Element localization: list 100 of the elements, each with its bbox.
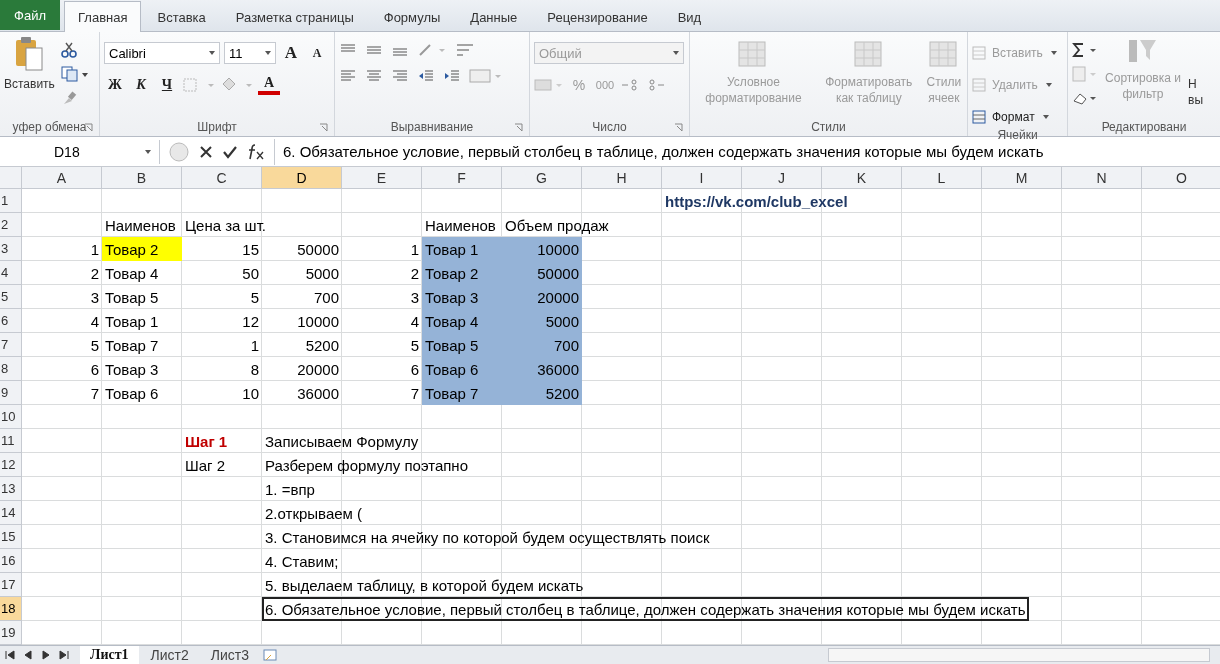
align-lines-icon[interactable] (365, 69, 383, 83)
column-header[interactable]: N (1062, 167, 1142, 189)
paste-button[interactable]: Вставить (4, 36, 55, 92)
currency-icon[interactable] (534, 77, 564, 93)
sheet-tab[interactable]: Лист2 (140, 646, 199, 664)
row-header[interactable]: 9 (0, 381, 22, 405)
column-header[interactable]: D (262, 167, 342, 189)
column-header[interactable]: A (22, 167, 102, 189)
sheet-nav-icon[interactable] (58, 649, 70, 661)
row-header[interactable]: 7 (0, 333, 22, 357)
scissors-icon[interactable] (60, 42, 77, 58)
column-header[interactable]: H (582, 167, 662, 189)
table-cell-text: 6 (89, 359, 100, 380)
column-header[interactable]: O (1142, 167, 1220, 189)
column-header[interactable]: F (422, 167, 502, 189)
ribbon-tab[interactable]: Рецензирование (533, 3, 662, 31)
table-cell-text: 2 (89, 263, 100, 284)
font-name-field[interactable]: Calibri (104, 42, 220, 64)
row-header[interactable]: 18 (0, 597, 22, 621)
function-icon[interactable] (246, 142, 266, 161)
row-header[interactable]: 16 (0, 549, 22, 573)
align-lines-icon[interactable] (391, 69, 409, 83)
font-color-button[interactable]: A (258, 75, 280, 95)
file-tab[interactable]: Файл (0, 0, 60, 30)
sheet-nav-icon[interactable] (4, 649, 16, 661)
cells-button[interactable]: Формат (972, 106, 1049, 128)
column-header[interactable]: E (342, 167, 422, 189)
bold-button[interactable]: Ж (104, 74, 126, 96)
indent-icon[interactable] (417, 69, 435, 83)
row-header[interactable]: 5 (0, 285, 22, 309)
row-header[interactable]: 8 (0, 357, 22, 381)
borders-icon[interactable] (182, 77, 216, 93)
wrap-text-icon[interactable] (455, 42, 475, 58)
grow-font-button[interactable]: A (280, 42, 302, 64)
row-header[interactable]: 10 (0, 405, 22, 429)
table-cell-text: 700 (312, 287, 340, 308)
cells-icon (972, 78, 988, 92)
name-box[interactable]: D18 (0, 139, 160, 164)
column-header[interactable]: K (822, 167, 902, 189)
row-header[interactable]: 13 (0, 477, 22, 501)
ribbon-tab[interactable]: Вид (663, 3, 716, 31)
sheet-nav-icon[interactable] (22, 649, 34, 661)
indent-icon[interactable] (443, 69, 461, 83)
ribbon-tab[interactable]: Разметка страницы (221, 3, 368, 31)
column-header[interactable]: B (102, 167, 182, 189)
dialog-launcher-icon[interactable] (514, 123, 523, 132)
row-header[interactable]: 1 (0, 189, 22, 213)
table-cell-text: 50 (241, 263, 260, 284)
row-header[interactable]: 14 (0, 501, 22, 525)
dialog-launcher-icon[interactable] (674, 123, 683, 132)
horizontal-scrollbar[interactable] (828, 648, 1210, 662)
orientation-icon[interactable] (417, 42, 447, 58)
group-label: уфер обмена (12, 120, 87, 134)
ribbon-tab[interactable]: Вставка (143, 3, 220, 31)
table-cell-text: 20000 (296, 359, 340, 380)
copy-icon[interactable] (60, 66, 89, 82)
ribbon-tab[interactable]: Данные (456, 3, 532, 31)
column-header[interactable]: J (742, 167, 822, 189)
table-cell: Товар 6 (422, 357, 502, 381)
row-header[interactable]: 17 (0, 573, 22, 597)
column-header[interactable]: C (182, 167, 262, 189)
sum-icon[interactable] (1072, 42, 1098, 58)
table-cell: 50000 (502, 261, 582, 285)
table-cell: Товар 2 (102, 237, 182, 261)
ribbon-tab[interactable]: Главная (64, 1, 142, 32)
row-header[interactable]: 12 (0, 453, 22, 477)
merge-cells-icon[interactable] (469, 68, 503, 84)
row-header[interactable]: 4 (0, 261, 22, 285)
formula-field[interactable]: 6. Обязательное условие, первый столбец в таблице, должен содержать значения которые мы будем искать (274, 138, 1220, 165)
cancel-icon[interactable] (198, 143, 214, 160)
align-lines-icon[interactable] (339, 69, 357, 83)
row-header[interactable]: 11 (0, 429, 22, 453)
table-cell-text: 10 (241, 383, 260, 404)
column-header[interactable]: M (982, 167, 1062, 189)
align-lines-icon[interactable] (365, 43, 383, 57)
row-header[interactable]: 6 (0, 309, 22, 333)
dialog-launcher-icon[interactable] (319, 123, 328, 132)
column-header[interactable]: L (902, 167, 982, 189)
table-cell-text: 4. Ставим; (264, 551, 340, 572)
table-cell-text: 1 (89, 239, 100, 260)
shrink-font-button[interactable]: A (306, 42, 328, 64)
sheet-tab[interactable]: Лист1 (80, 646, 139, 664)
table-cell-text: 7 (409, 383, 420, 404)
row-header[interactable]: 2 (0, 213, 22, 237)
select-all-corner[interactable] (0, 167, 22, 189)
row-header[interactable]: 15 (0, 525, 22, 549)
sheet-tab[interactable]: Лист3 (200, 646, 260, 664)
row-header[interactable]: 3 (0, 237, 22, 261)
column-header[interactable]: G (502, 167, 582, 189)
fill-down-icon[interactable] (1072, 66, 1098, 82)
ribbon-tab[interactable]: Формулы (369, 3, 455, 31)
font-size-field[interactable]: 11 (224, 42, 276, 64)
table-cell-text: 50000 (296, 239, 340, 260)
column-header[interactable]: I (662, 167, 742, 189)
italic-button[interactable]: К (130, 74, 152, 96)
find-select-button[interactable]: Н вы (1188, 36, 1203, 108)
sheet-nav-icon[interactable] (40, 649, 52, 661)
table-cell-text: 4 (89, 311, 100, 332)
underline-button[interactable]: Ч (156, 74, 178, 96)
row-header[interactable]: 19 (0, 621, 22, 645)
